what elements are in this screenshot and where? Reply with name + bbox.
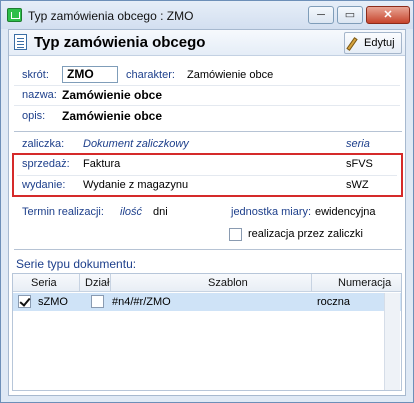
zaliczka-label: zaliczka:: [22, 138, 65, 150]
sprzedaz-label: sprzedaż:: [22, 158, 70, 170]
table-row[interactable]: sZMO #n4/#r/ZMO roczna: [13, 293, 401, 311]
column-divider: [79, 274, 80, 292]
opis-value: Zamówienie obce: [62, 109, 163, 123]
skrot-field[interactable]: ZMO: [62, 66, 118, 83]
close-button[interactable]: ✕: [366, 6, 410, 24]
termin-unit: dni: [153, 206, 168, 218]
row-seria: sZMO: [38, 296, 68, 308]
nazwa-label: nazwa:: [22, 89, 57, 101]
zaliczka-value: Dokument zaliczkowy: [83, 138, 189, 150]
row-dzial-checkbox[interactable]: [91, 295, 104, 308]
row-select-checkbox[interactable]: [18, 295, 31, 308]
column-header-szablon[interactable]: Szablon: [208, 277, 248, 289]
column-divider: [311, 274, 312, 292]
row-divider: [17, 175, 397, 176]
pencil-icon: [346, 37, 358, 51]
charakter-label: charakter:: [126, 69, 175, 81]
realizacja-checkbox[interactable]: [229, 228, 242, 241]
nazwa-value: Zamówienie obce: [62, 88, 163, 102]
edit-button-label: Edytuj: [364, 37, 395, 49]
seria-header: seria: [346, 138, 370, 150]
charakter-value: Zamówienie obce: [187, 69, 274, 81]
maximize-button[interactable]: ▭: [337, 6, 363, 24]
page-title: Typ zamówienia obcego: [34, 34, 206, 51]
section-divider: [14, 249, 402, 250]
wydanie-seria: sWZ: [346, 179, 369, 191]
minimize-button[interactable]: ─: [308, 6, 334, 24]
table-scrollbar[interactable]: [384, 293, 400, 390]
header-strip: Typ zamówienia obcego Edytuj: [9, 30, 405, 56]
row-divider: [14, 85, 400, 86]
table-header: Seria Dział Szablon Numeracja: [13, 274, 401, 292]
app-icon: [7, 8, 22, 22]
jednostka-value: ewidencyjna: [315, 206, 376, 218]
dialog-body: Typ zamówienia obcego Edytuj skrót: ZMO …: [8, 29, 406, 396]
wydanie-label: wydanie:: [22, 179, 66, 191]
series-table: Seria Dział Szablon Numeracja sZMO #n4/#…: [12, 273, 402, 391]
column-divider: [110, 274, 111, 292]
series-section-title: Serie typu dokumentu:: [16, 257, 137, 271]
document-icon: [14, 34, 27, 50]
sprzedaz-seria: sFVS: [346, 158, 373, 170]
column-header-seria[interactable]: Seria: [31, 277, 57, 289]
row-numeracja: roczna: [317, 296, 351, 308]
jednostka-label: jednostka miary:: [231, 206, 312, 218]
skrot-label: skrót:: [22, 69, 49, 81]
termin-label: Termin realizacji:: [22, 206, 104, 218]
sprzedaz-value: Faktura: [83, 158, 121, 170]
termin-value: ilość: [120, 206, 143, 218]
section-divider: [14, 131, 402, 132]
title-bar: Typ zamówienia obcego : ZMO ─ ▭ ✕: [1, 1, 413, 29]
opis-label: opis:: [22, 110, 46, 122]
edit-button[interactable]: Edytuj: [344, 32, 402, 54]
row-divider: [14, 105, 400, 106]
realizacja-label: realizacja przez zaliczki: [248, 228, 363, 240]
column-header-dzial[interactable]: Dział: [85, 277, 109, 289]
window: Typ zamówienia obcego : ZMO ─ ▭ ✕ Typ za…: [0, 0, 414, 403]
window-title: Typ zamówienia obcego : ZMO: [28, 9, 194, 23]
column-header-numeracja[interactable]: Numeracja: [338, 277, 391, 289]
wydanie-value: Wydanie z magazynu: [83, 179, 189, 191]
row-szablon: #n4/#r/ZMO: [112, 296, 171, 308]
